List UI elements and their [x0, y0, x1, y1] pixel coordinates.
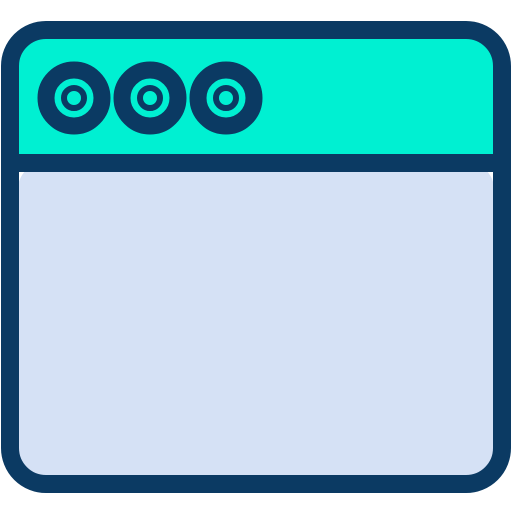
window-content-area — [18, 163, 494, 476]
browser-window-icon — [0, 0, 512, 512]
browser-window-icon-graphic — [1, 21, 511, 493]
